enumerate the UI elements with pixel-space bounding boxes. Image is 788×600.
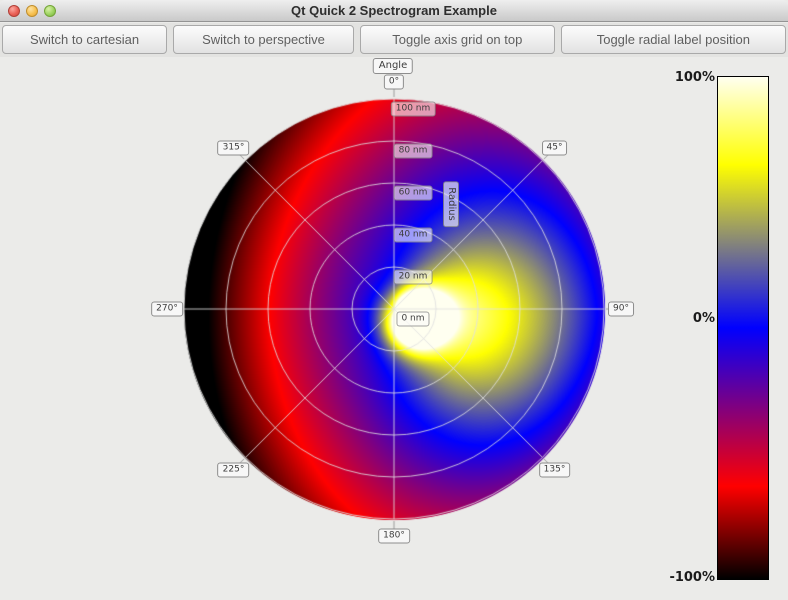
legend-label-neg100: -100% [669,570,715,585]
app-window: { "window": { "title": "Qt Quick 2 Spect… [0,0,788,600]
legend-label-0: 0% [692,311,715,326]
minimize-button[interactable] [26,5,38,17]
toggle-axis-grid-button[interactable]: Toggle axis grid on top [359,25,555,54]
zoom-button[interactable] [44,5,56,17]
close-button[interactable] [8,5,20,17]
toolbar: Switch to cartesian Switch to perspectiv… [0,23,788,57]
toggle-radial-label-button[interactable]: Toggle radial label position [560,25,786,54]
switch-to-perspective-button[interactable]: Switch to perspective [173,25,354,54]
title-bar[interactable]: Qt Quick 2 Spectrogram Example [0,0,788,22]
legend-label-100: 100% [674,70,715,85]
angle-axis-title: Angle [372,58,414,74]
spectrogram-surface[interactable] [159,74,629,544]
window-title: Qt Quick 2 Spectrogram Example [291,3,497,18]
switch-to-cartesian-button[interactable]: Switch to cartesian [2,25,168,54]
color-legend-gradient [717,76,769,580]
traffic-lights [8,5,56,17]
